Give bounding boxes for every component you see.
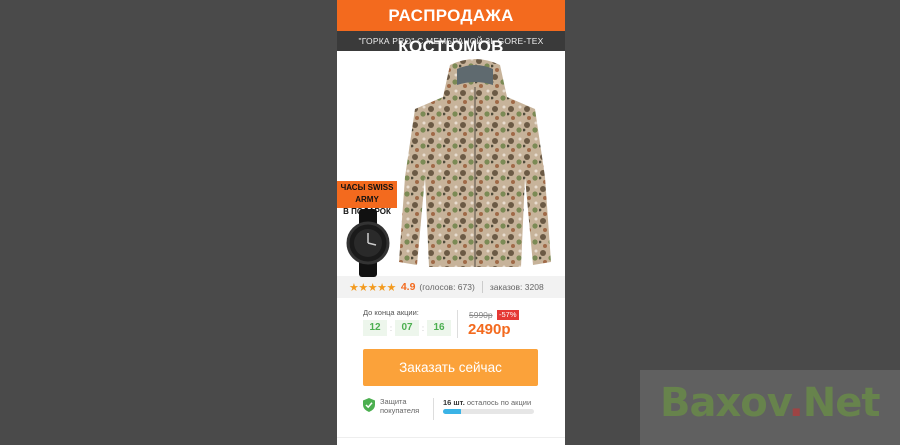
new-price: 2490р bbox=[468, 321, 511, 338]
jacket-image bbox=[399, 59, 551, 267]
order-now-button[interactable]: Заказать сейчас bbox=[363, 349, 538, 386]
watermark: Baxov.Net bbox=[640, 370, 900, 445]
watermark-text: Baxov.Net bbox=[660, 380, 881, 426]
countdown-timer: 12 : 07 : 16 bbox=[363, 320, 451, 336]
timer-separator: : bbox=[421, 323, 425, 333]
product-subtitle: "ГОРКА PRO" С МЕМБРАНОЙ 3L GORE-TEX bbox=[337, 31, 565, 51]
product-photo: ЧАСЫ SWISS ARMY В ПОДАРОК bbox=[337, 51, 565, 277]
timer-label: До конца акции: bbox=[363, 308, 419, 317]
landing-card: РАСПРОДАЖА КОСТЮМОВ "ГОРКА PRO" С МЕМБРА… bbox=[337, 0, 565, 445]
timer-separator: : bbox=[389, 323, 393, 333]
sale-banner: РАСПРОДАЖА КОСТЮМОВ bbox=[337, 0, 565, 56]
rating-votes: (голосов: 673) bbox=[419, 282, 475, 292]
watch-image bbox=[346, 209, 390, 277]
rating-divider bbox=[481, 281, 483, 293]
rating-row: ★★★★★ 4.9 (голосов: 673) заказов: 3208 bbox=[337, 276, 565, 298]
rating-score: 4.9 bbox=[400, 281, 416, 293]
discount-badge: -57% bbox=[497, 310, 519, 320]
offer-divider bbox=[457, 310, 458, 338]
timer-minutes: 07 bbox=[395, 320, 419, 336]
offer-panel: До конца акции: 12 : 07 : 16 5990р -57% … bbox=[337, 298, 565, 338]
old-price: 5990р bbox=[469, 310, 493, 320]
star-icon: ★★★★★ bbox=[349, 281, 396, 294]
timer-seconds: 16 bbox=[427, 320, 451, 336]
gift-label: ЧАСЫ SWISS ARMY В ПОДАРОК bbox=[337, 181, 397, 216]
timer-hours: 12 bbox=[363, 320, 387, 336]
gift-label-line1: ЧАСЫ SWISS ARMY bbox=[340, 183, 394, 204]
orders-count: заказов: 3208 bbox=[489, 282, 544, 292]
